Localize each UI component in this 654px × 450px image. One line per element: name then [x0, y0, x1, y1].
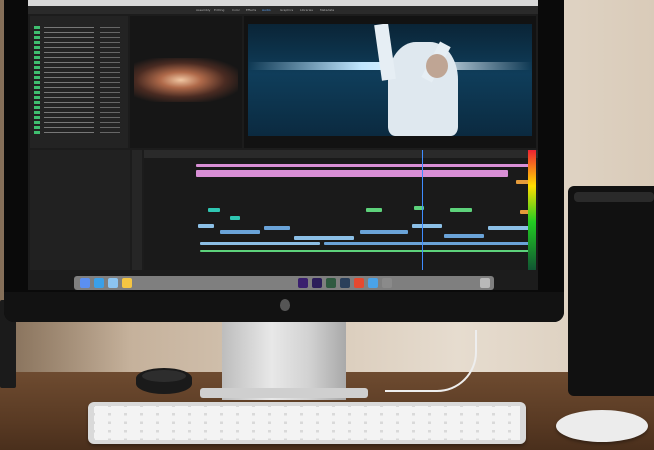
list-item[interactable]: [34, 76, 126, 79]
list-item[interactable]: [34, 61, 126, 64]
timeline-clip[interactable]: [198, 224, 214, 228]
tab-libraries[interactable]: Libraries: [300, 7, 313, 13]
timeline-clip[interactable]: [488, 226, 532, 230]
list-item[interactable]: [34, 46, 126, 49]
list-item[interactable]: [34, 101, 126, 104]
timeline-clip[interactable]: [196, 170, 508, 177]
performer-figure: [388, 42, 458, 136]
list-item[interactable]: [34, 31, 126, 34]
list-item[interactable]: [34, 41, 126, 44]
list-item[interactable]: [34, 36, 126, 39]
tab-color[interactable]: Color: [232, 7, 240, 13]
timeline-clip[interactable]: [208, 208, 220, 212]
tab-graphics[interactable]: Graphics: [280, 7, 293, 13]
tab-metadata[interactable]: Metadata: [320, 7, 334, 13]
apple-logo-icon: [280, 299, 290, 311]
monitor-stand-base: [200, 388, 368, 398]
mail-icon[interactable]: [108, 278, 118, 288]
safari-icon[interactable]: [94, 278, 104, 288]
mac-dock: [74, 276, 494, 290]
list-item[interactable]: [34, 111, 126, 114]
timeline-clip[interactable]: [360, 230, 408, 234]
tab-assembly[interactable]: Assembly: [196, 7, 210, 13]
list-item[interactable]: [34, 51, 126, 54]
speedgrade-icon[interactable]: [326, 278, 336, 288]
music-icon[interactable]: [354, 278, 364, 288]
timeline-clip[interactable]: [324, 242, 530, 245]
list-item[interactable]: [34, 71, 126, 74]
list-item[interactable]: [34, 96, 126, 99]
list-item[interactable]: [34, 121, 126, 124]
premiere-icon[interactable]: [298, 278, 308, 288]
timeline-clip[interactable]: [444, 234, 484, 238]
workspace-bar: Assembly Editing Color Effects Audio Gra…: [28, 6, 538, 14]
source-frame: [134, 58, 238, 102]
list-item[interactable]: [34, 91, 126, 94]
list-item[interactable]: [34, 66, 126, 69]
program-frame: [248, 24, 532, 136]
keyboard-keys[interactable]: [94, 406, 520, 440]
list-item[interactable]: [34, 116, 126, 119]
project-panel: [30, 16, 128, 148]
list-item[interactable]: [34, 26, 126, 29]
after-effects-icon[interactable]: [312, 278, 322, 288]
list-item[interactable]: [34, 126, 126, 129]
settings-icon[interactable]: [382, 278, 392, 288]
timeline-clip[interactable]: [264, 226, 290, 230]
tab-effects[interactable]: Effects: [246, 7, 256, 13]
tools-panel: [132, 150, 142, 270]
photos-icon[interactable]: [122, 278, 132, 288]
timeline-clip[interactable]: [294, 236, 354, 240]
monitor-screen: Assembly Editing Color Effects Audio Gra…: [28, 0, 538, 290]
timeline-clip[interactable]: [196, 164, 532, 167]
performer-head: [426, 54, 448, 78]
program-monitor: [244, 16, 536, 148]
tab-audio[interactable]: Audio: [262, 7, 271, 13]
audio-meter: [528, 150, 536, 270]
speaker-puck-top: [142, 370, 186, 382]
mouse[interactable]: [556, 410, 648, 442]
list-item[interactable]: [34, 131, 126, 134]
list-item[interactable]: [34, 106, 126, 109]
desktop-tower-top: [574, 192, 654, 202]
timeline-clip[interactable]: [220, 230, 260, 234]
time-ruler[interactable]: [144, 150, 538, 158]
lightroom-icon[interactable]: [340, 278, 350, 288]
timeline-clip[interactable]: [450, 208, 472, 212]
timeline-clip[interactable]: [230, 216, 240, 220]
source-monitor: [130, 16, 242, 148]
list-item[interactable]: [34, 56, 126, 59]
list-item[interactable]: [34, 81, 126, 84]
desktop-tower: [568, 186, 654, 396]
timeline-panel: [144, 150, 538, 270]
finder-icon[interactable]: [80, 278, 90, 288]
timeline-clip[interactable]: [200, 242, 320, 245]
playhead[interactable]: [422, 150, 423, 270]
timeline-clip[interactable]: [200, 250, 532, 252]
timeline-clip[interactable]: [366, 208, 382, 212]
list-item[interactable]: [34, 86, 126, 89]
timeline-clip[interactable]: [412, 224, 442, 228]
tab-editing[interactable]: Editing: [214, 7, 224, 13]
photo-scene: Assembly Editing Color Effects Audio Gra…: [0, 0, 654, 450]
trash-icon[interactable]: [480, 278, 490, 288]
app-store-icon[interactable]: [368, 278, 378, 288]
raised-arm: [374, 24, 396, 81]
media-browser-panel: [30, 150, 130, 270]
